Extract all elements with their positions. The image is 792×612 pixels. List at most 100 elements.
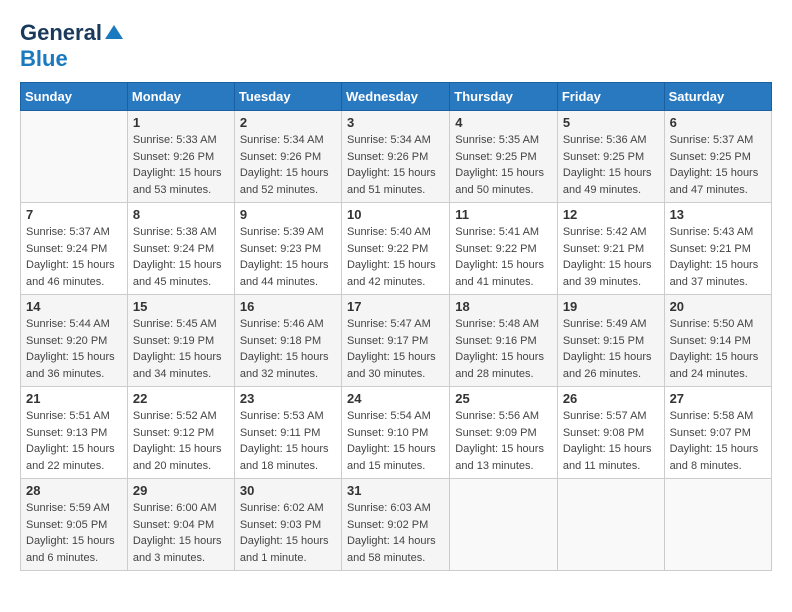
day-info: Sunrise: 5:38 AM Sunset: 9:24 PM Dayligh… [133,224,229,290]
daylight-text: Daylight: 15 hours and 47 minutes. [670,167,759,196]
day-number: 19 [563,299,659,314]
sunset-text: Sunset: 9:18 PM [240,335,321,347]
day-number: 14 [26,299,122,314]
day-number: 15 [133,299,229,314]
day-info: Sunrise: 5:53 AM Sunset: 9:11 PM Dayligh… [240,408,336,474]
calendar-cell: 28 Sunrise: 5:59 AM Sunset: 9:05 PM Dayl… [21,479,128,571]
day-info: Sunrise: 6:02 AM Sunset: 9:03 PM Dayligh… [240,500,336,566]
daylight-text: Daylight: 15 hours and 11 minutes. [563,443,652,472]
day-number: 1 [133,115,229,130]
sunset-text: Sunset: 9:25 PM [563,151,644,163]
sunrise-text: Sunrise: 5:34 AM [347,134,431,146]
day-info: Sunrise: 5:48 AM Sunset: 9:16 PM Dayligh… [455,316,552,382]
sunset-text: Sunset: 9:17 PM [347,335,428,347]
calendar-header: SundayMondayTuesdayWednesdayThursdayFrid… [21,83,772,111]
calendar-cell: 3 Sunrise: 5:34 AM Sunset: 9:26 PM Dayli… [341,111,449,203]
day-number: 7 [26,207,122,222]
calendar-cell: 19 Sunrise: 5:49 AM Sunset: 9:15 PM Dayl… [557,295,664,387]
day-info: Sunrise: 5:40 AM Sunset: 9:22 PM Dayligh… [347,224,444,290]
sunset-text: Sunset: 9:07 PM [670,427,751,439]
day-number: 31 [347,483,444,498]
daylight-text: Daylight: 15 hours and 6 minutes. [26,535,115,564]
daylight-text: Daylight: 15 hours and 22 minutes. [26,443,115,472]
day-info: Sunrise: 6:03 AM Sunset: 9:02 PM Dayligh… [347,500,444,566]
sunset-text: Sunset: 9:03 PM [240,519,321,531]
sunrise-text: Sunrise: 5:45 AM [133,318,217,330]
day-info: Sunrise: 5:57 AM Sunset: 9:08 PM Dayligh… [563,408,659,474]
sunset-text: Sunset: 9:12 PM [133,427,214,439]
calendar-cell: 11 Sunrise: 5:41 AM Sunset: 9:22 PM Dayl… [450,203,558,295]
weekday-friday: Friday [557,83,664,111]
day-info: Sunrise: 5:43 AM Sunset: 9:21 PM Dayligh… [670,224,766,290]
daylight-text: Daylight: 15 hours and 28 minutes. [455,351,544,380]
weekday-header-row: SundayMondayTuesdayWednesdayThursdayFrid… [21,83,772,111]
sunrise-text: Sunrise: 5:35 AM [455,134,539,146]
sunset-text: Sunset: 9:23 PM [240,243,321,255]
daylight-text: Daylight: 15 hours and 13 minutes. [455,443,544,472]
day-info: Sunrise: 5:58 AM Sunset: 9:07 PM Dayligh… [670,408,766,474]
sunset-text: Sunset: 9:02 PM [347,519,428,531]
daylight-text: Daylight: 15 hours and 34 minutes. [133,351,222,380]
calendar-cell: 17 Sunrise: 5:47 AM Sunset: 9:17 PM Dayl… [341,295,449,387]
daylight-text: Daylight: 15 hours and 44 minutes. [240,259,329,288]
sunrise-text: Sunrise: 5:33 AM [133,134,217,146]
day-info: Sunrise: 5:49 AM Sunset: 9:15 PM Dayligh… [563,316,659,382]
day-number: 30 [240,483,336,498]
day-number: 13 [670,207,766,222]
day-info: Sunrise: 5:36 AM Sunset: 9:25 PM Dayligh… [563,132,659,198]
sunrise-text: Sunrise: 5:44 AM [26,318,110,330]
day-info: Sunrise: 5:52 AM Sunset: 9:12 PM Dayligh… [133,408,229,474]
sunset-text: Sunset: 9:08 PM [563,427,644,439]
calendar-cell: 22 Sunrise: 5:52 AM Sunset: 9:12 PM Dayl… [127,387,234,479]
logo: General Blue [20,20,123,72]
day-info: Sunrise: 5:34 AM Sunset: 9:26 PM Dayligh… [240,132,336,198]
day-number: 12 [563,207,659,222]
daylight-text: Daylight: 15 hours and 20 minutes. [133,443,222,472]
daylight-text: Daylight: 15 hours and 36 minutes. [26,351,115,380]
daylight-text: Daylight: 14 hours and 58 minutes. [347,535,436,564]
sunset-text: Sunset: 9:24 PM [133,243,214,255]
day-info: Sunrise: 5:34 AM Sunset: 9:26 PM Dayligh… [347,132,444,198]
calendar-cell [664,479,771,571]
sunset-text: Sunset: 9:04 PM [133,519,214,531]
day-info: Sunrise: 5:59 AM Sunset: 9:05 PM Dayligh… [26,500,122,566]
sunrise-text: Sunrise: 5:46 AM [240,318,324,330]
sunset-text: Sunset: 9:13 PM [26,427,107,439]
sunset-text: Sunset: 9:22 PM [347,243,428,255]
calendar-cell: 5 Sunrise: 5:36 AM Sunset: 9:25 PM Dayli… [557,111,664,203]
sunrise-text: Sunrise: 5:48 AM [455,318,539,330]
sunset-text: Sunset: 9:14 PM [670,335,751,347]
sunrise-text: Sunrise: 5:53 AM [240,410,324,422]
calendar-cell: 20 Sunrise: 5:50 AM Sunset: 9:14 PM Dayl… [664,295,771,387]
day-info: Sunrise: 5:39 AM Sunset: 9:23 PM Dayligh… [240,224,336,290]
calendar-cell [557,479,664,571]
sunset-text: Sunset: 9:10 PM [347,427,428,439]
header: General Blue [20,20,772,72]
sunset-text: Sunset: 9:05 PM [26,519,107,531]
day-info: Sunrise: 5:51 AM Sunset: 9:13 PM Dayligh… [26,408,122,474]
sunrise-text: Sunrise: 5:34 AM [240,134,324,146]
sunset-text: Sunset: 9:21 PM [670,243,751,255]
day-number: 21 [26,391,122,406]
sunset-text: Sunset: 9:15 PM [563,335,644,347]
sunset-text: Sunset: 9:09 PM [455,427,536,439]
sunrise-text: Sunrise: 5:50 AM [670,318,754,330]
sunrise-text: Sunrise: 5:54 AM [347,410,431,422]
day-number: 18 [455,299,552,314]
daylight-text: Daylight: 15 hours and 39 minutes. [563,259,652,288]
calendar-body: 1 Sunrise: 5:33 AM Sunset: 9:26 PM Dayli… [21,111,772,571]
day-number: 2 [240,115,336,130]
day-number: 29 [133,483,229,498]
day-info: Sunrise: 5:50 AM Sunset: 9:14 PM Dayligh… [670,316,766,382]
sunrise-text: Sunrise: 5:57 AM [563,410,647,422]
daylight-text: Daylight: 15 hours and 24 minutes. [670,351,759,380]
calendar-cell: 6 Sunrise: 5:37 AM Sunset: 9:25 PM Dayli… [664,111,771,203]
daylight-text: Daylight: 15 hours and 8 minutes. [670,443,759,472]
daylight-text: Daylight: 15 hours and 32 minutes. [240,351,329,380]
daylight-text: Daylight: 15 hours and 42 minutes. [347,259,436,288]
day-info: Sunrise: 6:00 AM Sunset: 9:04 PM Dayligh… [133,500,229,566]
calendar-week-4: 21 Sunrise: 5:51 AM Sunset: 9:13 PM Dayl… [21,387,772,479]
calendar-cell: 2 Sunrise: 5:34 AM Sunset: 9:26 PM Dayli… [234,111,341,203]
sunrise-text: Sunrise: 6:00 AM [133,502,217,514]
day-number: 3 [347,115,444,130]
